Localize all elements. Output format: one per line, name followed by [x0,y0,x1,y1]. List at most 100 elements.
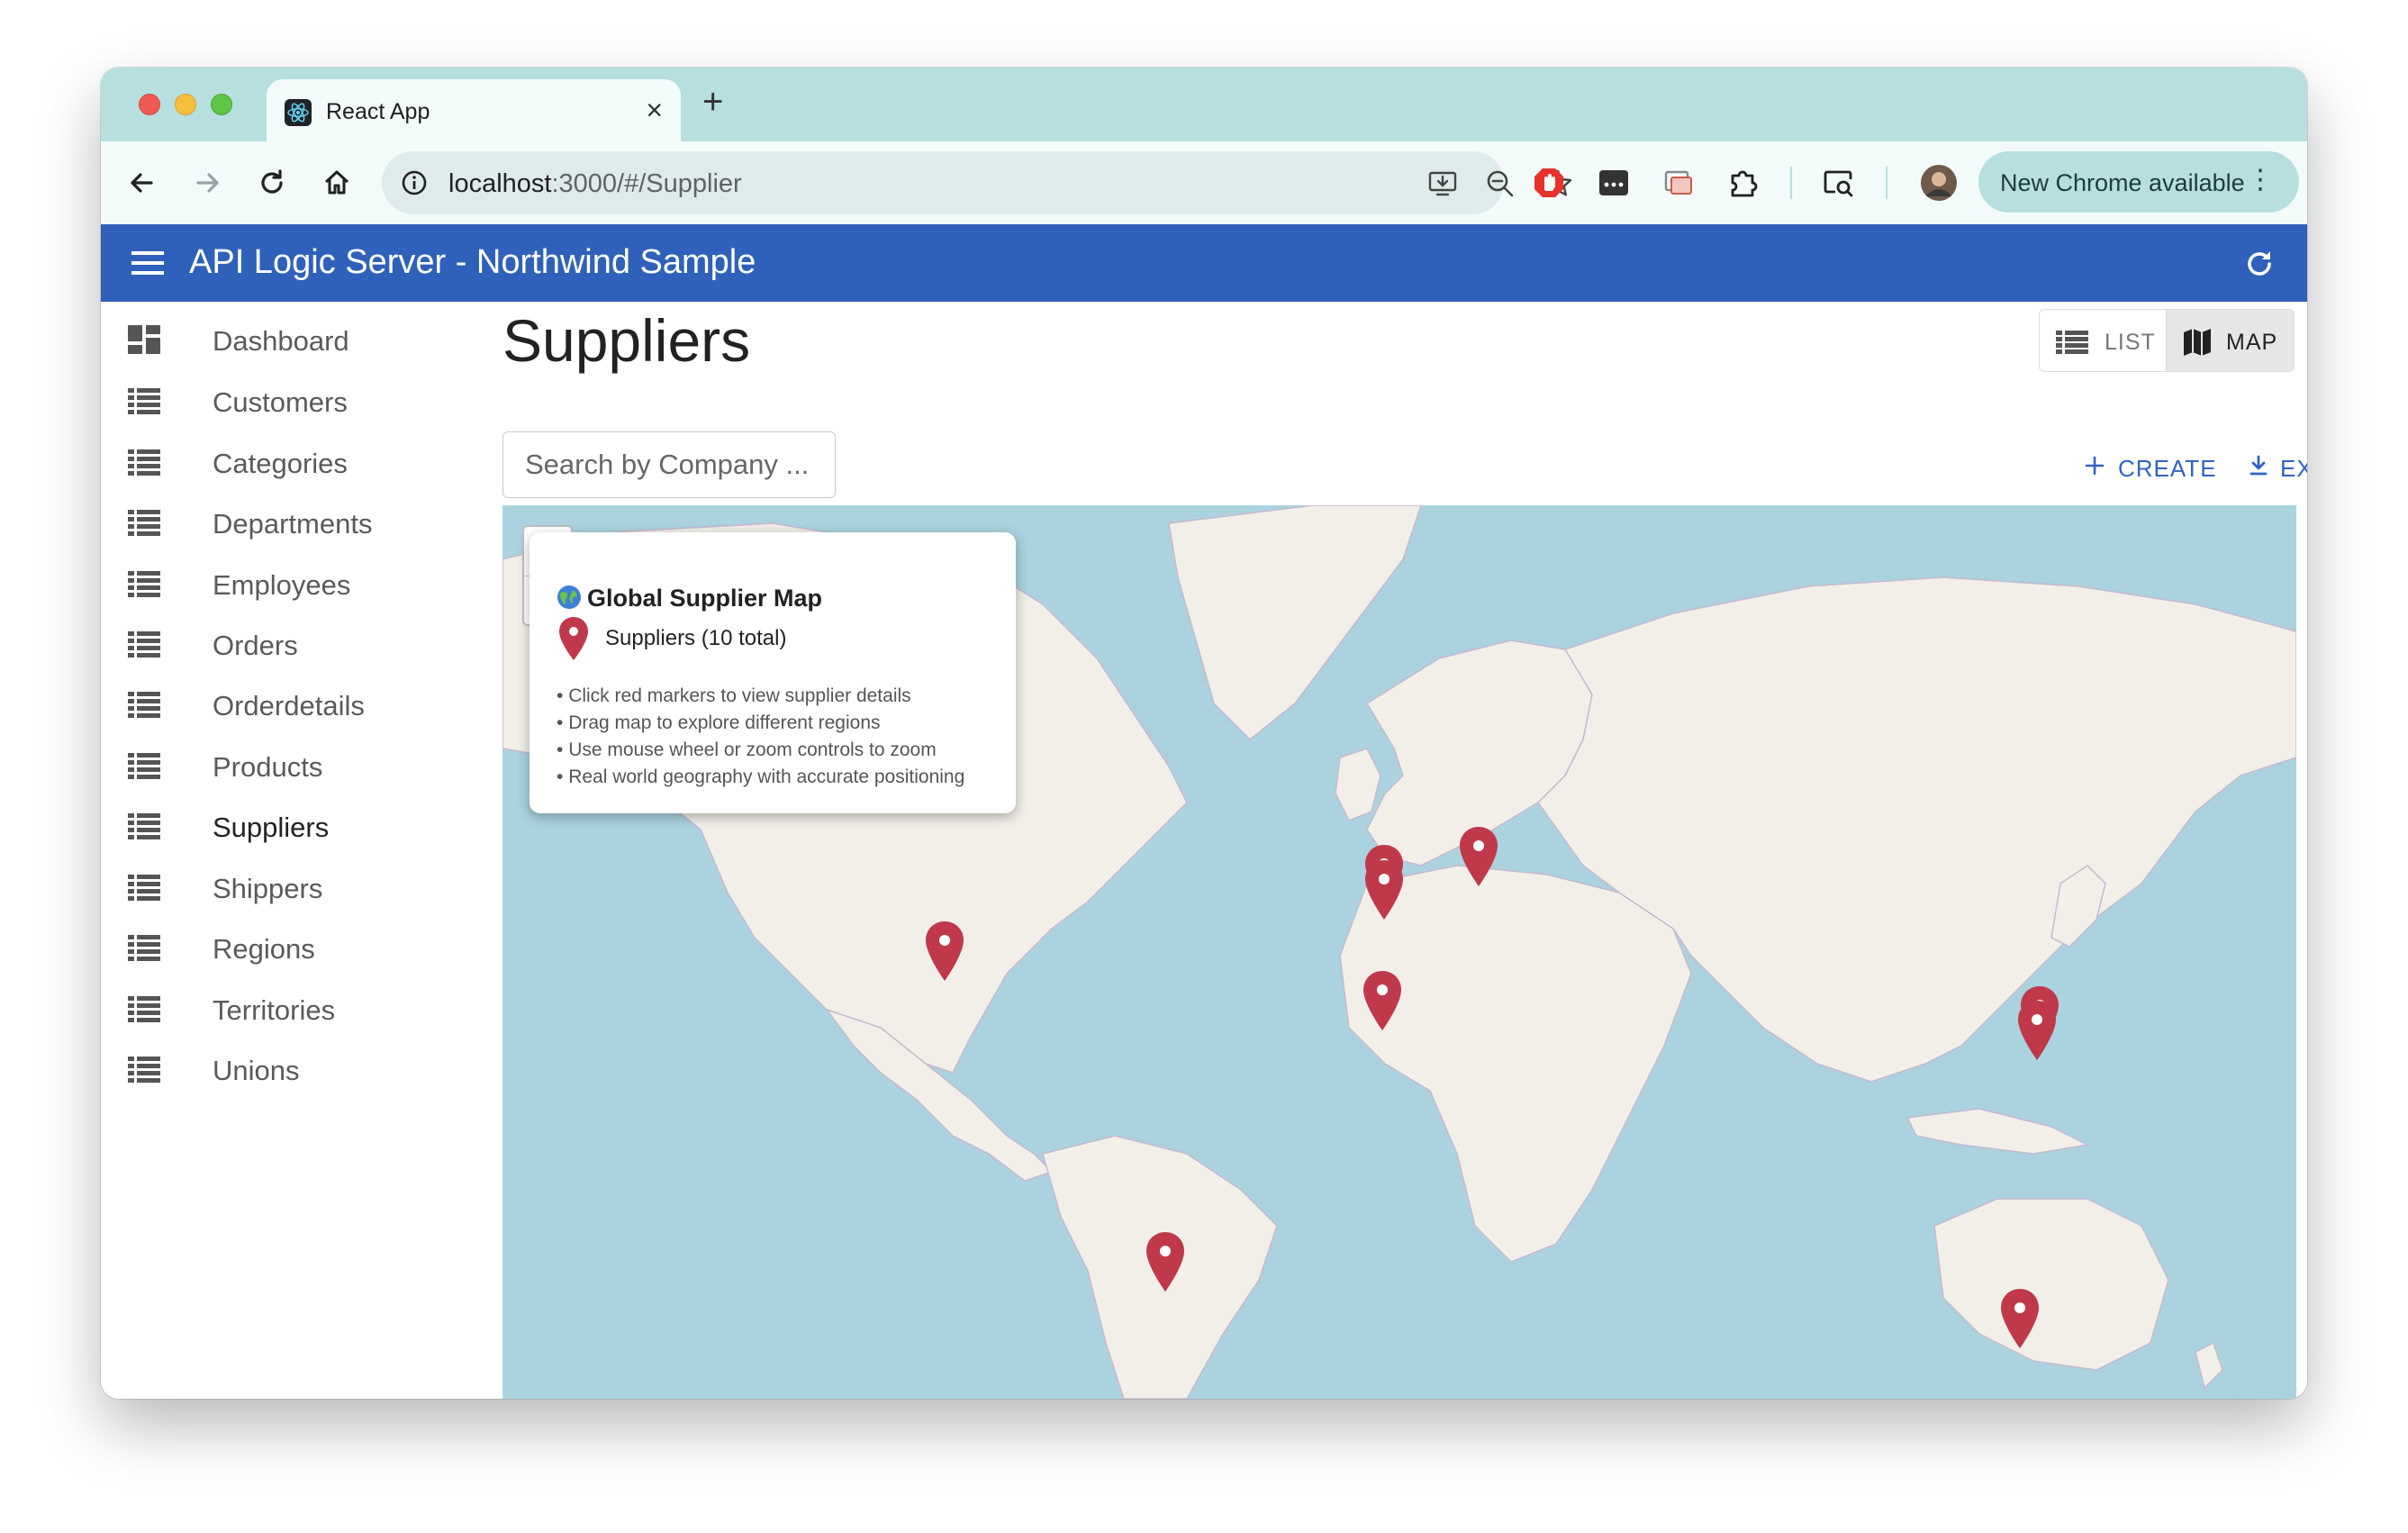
url-host: localhost [448,169,552,198]
url-path: :3000/#/Supplier [551,169,742,198]
sidebar-item-label: Employees [213,569,351,601]
address-bar[interactable]: localhost:3000/#/Supplier [382,151,1572,214]
app-title: API Logic Server - Northwind Sample [189,243,756,281]
sidebar-item-label: Dashboard [213,325,349,357]
react-logo-icon [285,99,312,126]
url-text: localhost:3000/#/Supplier [448,169,742,199]
map-view-label: MAP [2226,330,2278,355]
tab-search-icon[interactable] [1821,165,1857,201]
legend-tip: Real world geography with accurate posit… [557,764,964,791]
profile-avatar[interactable] [1920,164,1958,202]
app-bar: API Logic Server - Northwind Sample [101,224,2307,302]
adblock-extension-icon[interactable] [1531,165,1567,201]
browser-tab[interactable]: React App × [267,79,681,141]
tab-title: React App [326,99,430,124]
supplier-marker[interactable] [1998,1287,2041,1352]
browser-toolbar: localhost:3000/#/Supplier New Chrome ava… [101,141,2307,224]
supplier-marker[interactable] [2015,999,2059,1064]
legend-tip: Click red markers to view supplier detai… [557,683,964,710]
list-view-button[interactable]: LIST [2040,310,2166,371]
list-icon [128,935,160,961]
reload-icon[interactable] [254,165,290,201]
new-tab-button[interactable]: + [702,82,723,122]
back-icon[interactable] [124,165,160,201]
sidebar-item-label: Products [213,751,323,783]
supplier-marker[interactable] [923,920,966,984]
sidebar-item-label: Orderdetails [213,690,365,721]
password-extension-icon[interactable] [1596,165,1632,201]
tab-strip: React App × + [101,68,2307,141]
sidebar-item-label: Territories [213,994,336,1026]
list-icon [2056,331,2088,354]
export-button[interactable]: EXPORT [2280,455,2307,483]
sidebar-item-unions[interactable]: Unions [128,1042,488,1096]
close-window-button[interactable] [139,94,160,115]
create-button[interactable]: CREATE [2118,455,2217,483]
more-menu-icon[interactable]: ⋮ [2247,164,2274,195]
supplier-marker[interactable] [1362,858,1406,923]
legend-tip: Use mouse wheel or zoom controls to zoom [557,737,964,764]
sidebar-item-label: Orders [213,630,298,661]
zoom-out-icon[interactable] [1484,168,1516,200]
sidebar-item-dashboard[interactable]: Dashboard [128,313,488,367]
sidebar-item-label: Customers [213,386,348,418]
list-icon [128,753,160,779]
supplier-count: Suppliers (10 total) [605,626,787,650]
download-icon [2250,455,2268,476]
list-icon [128,388,160,414]
sidebar-item-customers[interactable]: Customers [128,374,488,428]
sidebar-item-suppliers[interactable]: Suppliers [128,799,488,853]
globe-icon [557,585,581,609]
map-pin-icon [559,617,588,660]
supplier-marker[interactable] [1361,969,1404,1034]
legend-tip: Drag map to explore different regions [557,710,964,737]
sidebar-item-label: Unions [213,1055,300,1086]
list-icon [128,692,160,718]
screenshot-extension-icon[interactable] [1661,165,1697,201]
dashboard-icon [128,325,160,354]
list-icon [128,813,160,839]
list-icon [128,571,160,597]
sidebar: Dashboard Customers Categories Departmen… [101,302,502,1399]
chrome-update-label: New Chrome available [2000,169,2245,196]
chrome-update-button[interactable]: New Chrome available ⋮ [1978,151,2299,213]
search-input[interactable] [502,431,836,498]
sidebar-item-orders[interactable]: Orders [128,617,488,671]
sidebar-item-shippers[interactable]: Shippers [128,860,488,914]
sidebar-item-label: Departments [213,508,373,540]
list-icon [128,875,160,901]
extensions-puzzle-icon[interactable] [1725,165,1761,201]
sidebar-item-territories[interactable]: Territories [128,982,488,1036]
supplier-marker[interactable] [1457,825,1500,890]
home-icon[interactable] [319,165,355,201]
refresh-icon[interactable] [2242,247,2277,281]
plus-icon [2085,456,2105,476]
forward-icon[interactable] [189,165,225,201]
sidebar-item-label: Regions [213,933,315,965]
legend-tips: Click red markers to view supplier detai… [557,683,964,791]
sidebar-item-categories[interactable]: Categories [128,435,488,489]
map-view-button[interactable]: MAP [2166,310,2294,371]
minimize-window-button[interactable] [175,94,196,115]
supplier-marker[interactable] [1144,1230,1187,1295]
zoom-window-button[interactable] [211,94,232,115]
install-app-icon[interactable] [1426,168,1459,200]
hamburger-menu-icon[interactable] [131,249,164,277]
list-icon [128,510,160,536]
list-icon [128,996,160,1022]
sidebar-item-regions[interactable]: Regions [128,921,488,975]
supplier-map[interactable]: + − Global Supplier Map Suppliers (10 to… [502,505,2296,1399]
view-toggle: LIST MAP [2039,309,2295,372]
legend-title: Global Supplier Map [587,585,823,612]
sidebar-item-label: Categories [213,448,348,479]
sidebar-item-departments[interactable]: Departments [128,495,488,549]
sidebar-item-label: Suppliers [213,812,330,843]
map-icon [2184,329,2211,356]
toolbar-divider [1886,167,1887,199]
sidebar-item-products[interactable]: Products [128,739,488,793]
sidebar-item-employees[interactable]: Employees [128,557,488,611]
page-title: Suppliers [502,307,751,374]
sidebar-item-orderdetails[interactable]: Orderdetails [128,677,488,731]
site-info-icon[interactable] [400,168,429,197]
tab-close-icon[interactable]: × [646,94,663,126]
